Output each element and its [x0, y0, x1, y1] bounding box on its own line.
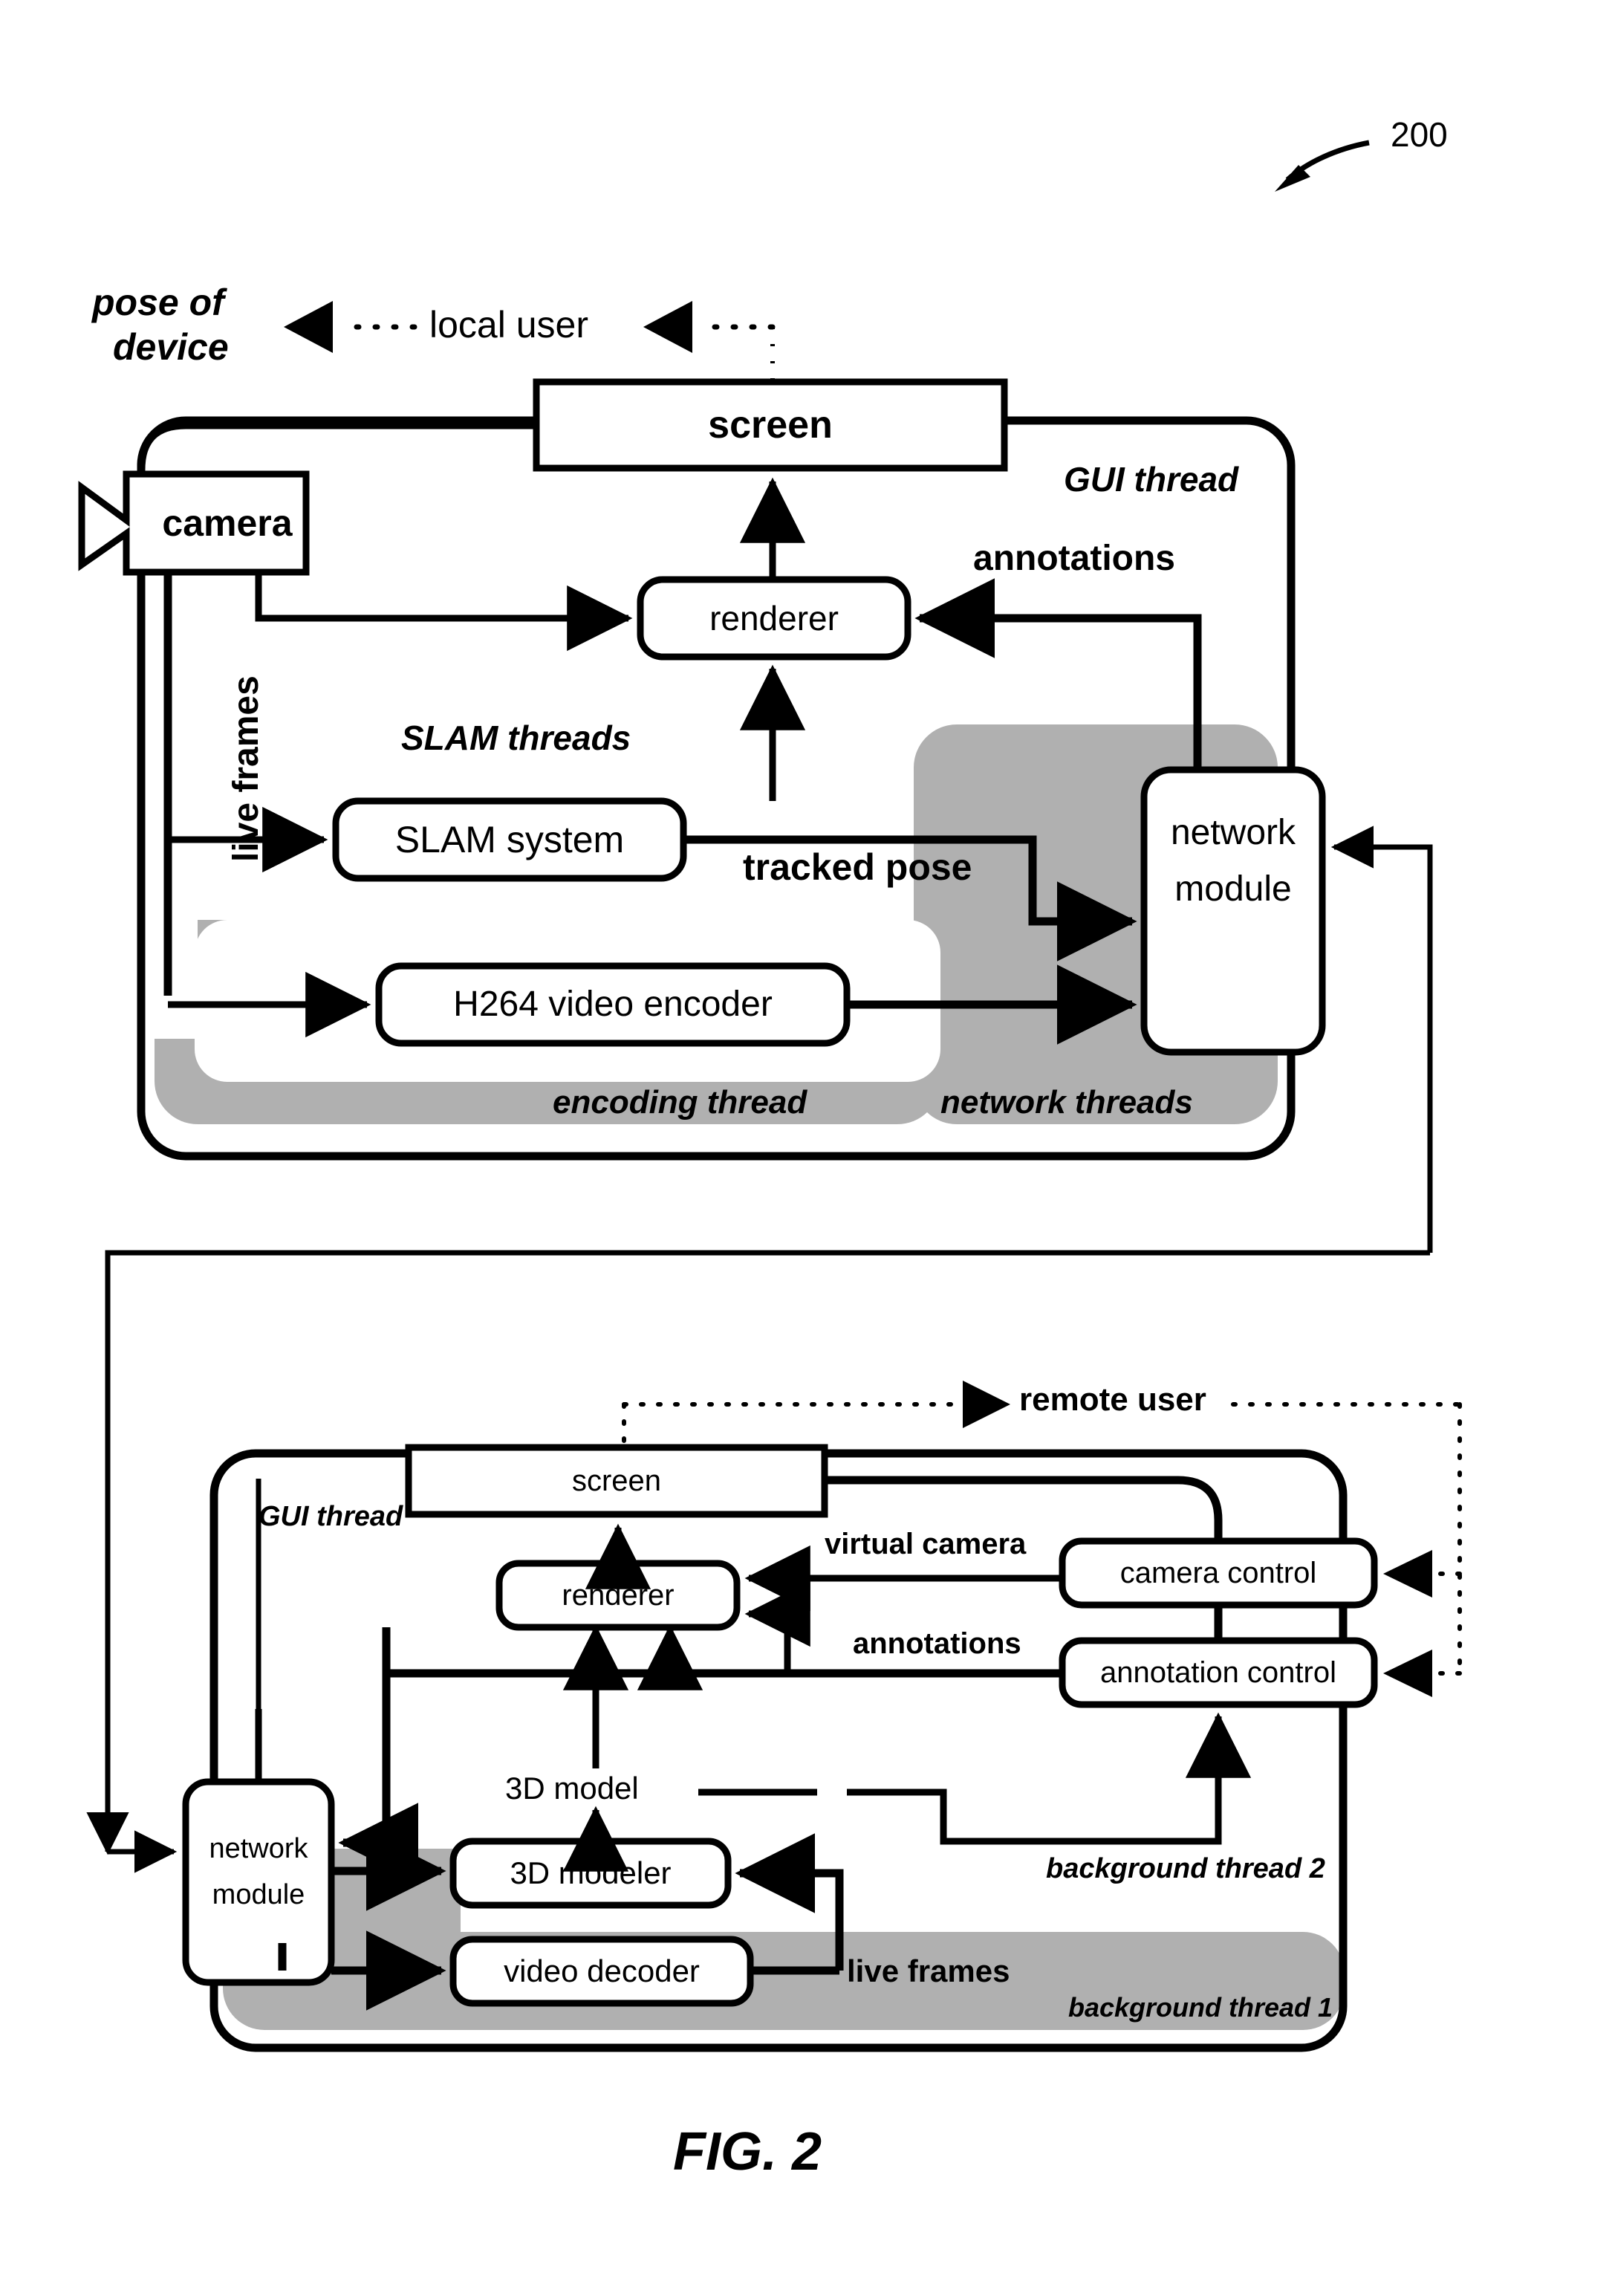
remote-network-module-box	[182, 1778, 335, 1986]
reference-numeral-200: 200	[1391, 115, 1448, 154]
local-user-label: local user	[429, 304, 588, 346]
background-thread-2-label: background thread 2	[1046, 1853, 1325, 1884]
slam-threads-label: SLAM threads	[401, 719, 631, 757]
network-threads-label: network threads	[940, 1084, 1193, 1121]
local-network-module-box	[1140, 766, 1326, 1056]
slam-system-box	[332, 797, 687, 882]
tracked-pose-label: tracked pose	[743, 846, 972, 888]
video-decoder-box	[449, 1936, 754, 2007]
pose-of-device-label-line2: device	[113, 326, 229, 368]
h264-encoder-box	[375, 962, 851, 1047]
pose-of-device-label-line1: pose of	[92, 282, 224, 323]
virtual-camera-label: virtual camera	[825, 1528, 1027, 1560]
remote-live-frames-label: live frames	[847, 1953, 1010, 1988]
remote-annotations-label: annotations	[853, 1627, 1021, 1660]
encoding-thread-label: encoding thread	[553, 1084, 807, 1121]
local-renderer-box	[637, 576, 911, 661]
3d-model-label: 3D model	[505, 1771, 639, 1806]
diagram-canvas	[78, 140, 1462, 2052]
local-live-frames-label: live frames	[227, 675, 266, 862]
remote-renderer-box	[495, 1560, 741, 1631]
annotation-control-box	[1059, 1637, 1378, 1708]
local-gui-thread-label: GUI thread	[1064, 460, 1239, 499]
camera-control-box	[1059, 1537, 1378, 1609]
figure-caption: FIG. 2	[673, 2122, 822, 2182]
reference-leader-200	[1275, 140, 1370, 192]
background-thread-1-label: background thread 1	[1068, 1992, 1333, 2023]
local-screen-box	[533, 378, 1008, 472]
figure-2-diagram: 200 pose of device local user screen cam…	[0, 0, 1612, 2296]
local-camera-box	[78, 470, 310, 576]
local-annotations-label: annotations	[973, 539, 1175, 578]
remote-gui-thread-label: GUI thread	[259, 1501, 403, 1532]
remote-user-label: remote user	[1019, 1381, 1206, 1418]
3d-modeler-box	[449, 1838, 732, 1909]
remote-screen-box	[405, 1444, 828, 1518]
